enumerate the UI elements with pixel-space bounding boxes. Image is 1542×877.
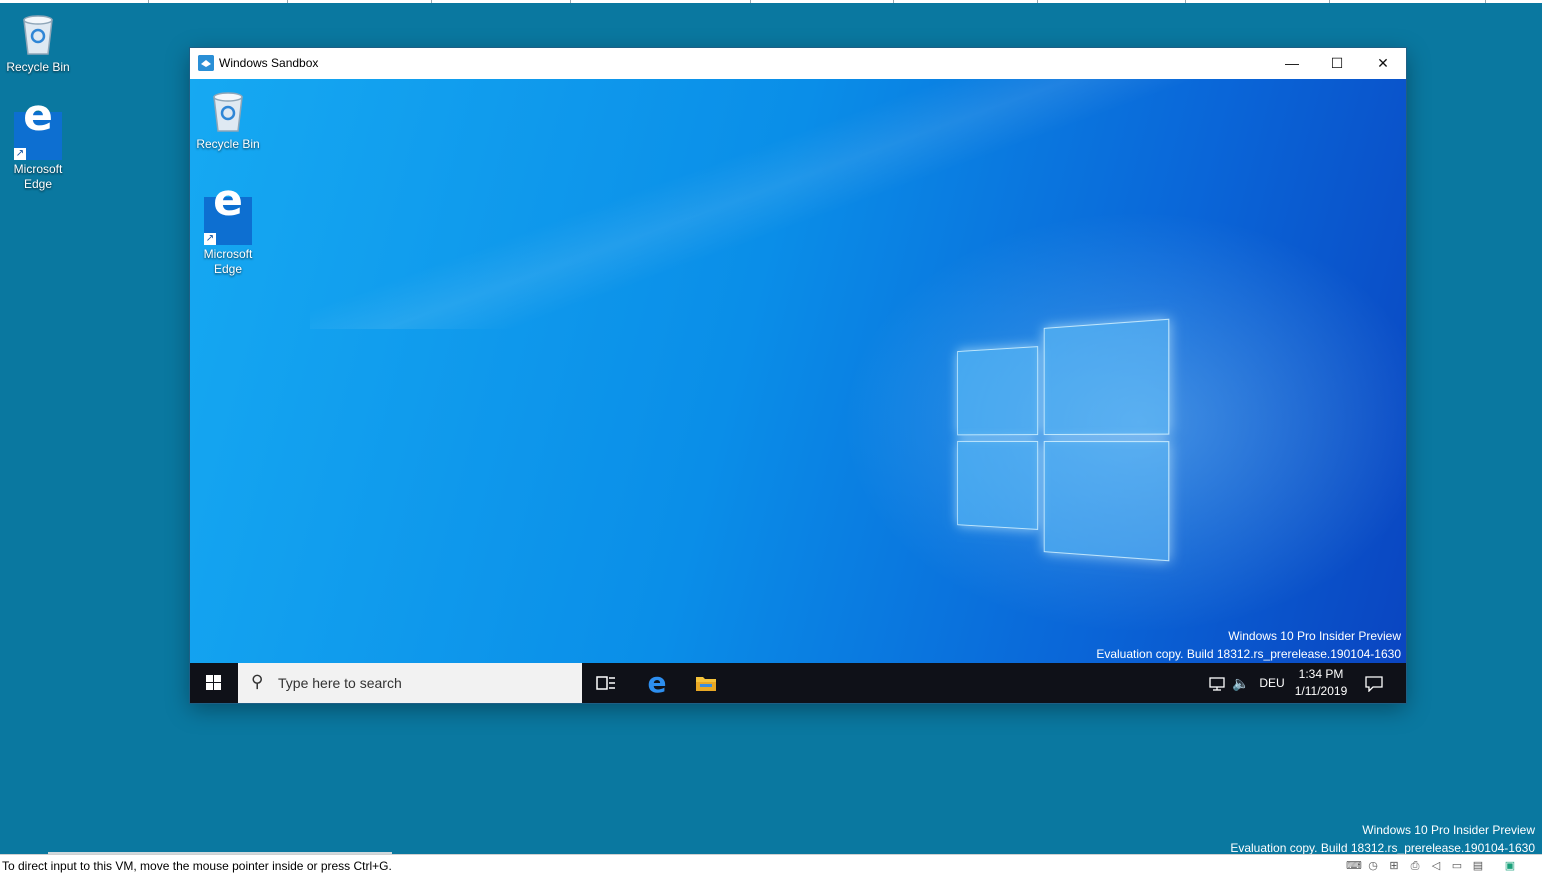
host-recycle-bin-label: Recycle Bin <box>2 60 74 75</box>
host-recycle-bin[interactable]: Recycle Bin <box>2 10 74 75</box>
taskbar-file-explorer-button[interactable] <box>682 663 730 703</box>
input-language[interactable]: DEU <box>1257 663 1287 703</box>
volume-icon[interactable]: 🔈 <box>1231 663 1251 703</box>
task-view-button[interactable] <box>582 663 630 703</box>
clock-time: 1:34 PM <box>1288 666 1354 683</box>
network-status-icon[interactable]: ⊞ <box>1387 859 1401 873</box>
taskbar-search-box[interactable]: ⚲ Type here to search <box>238 663 582 703</box>
sandbox-app-icon <box>198 55 214 71</box>
guest-watermark-line1: Windows 10 Pro Insider Preview <box>1096 627 1401 645</box>
taskbar-edge-button[interactable]: e <box>633 663 681 703</box>
usb-icon[interactable]: ▤ <box>1471 859 1485 873</box>
audio-icon[interactable]: ◁ <box>1429 859 1443 873</box>
notification-icon <box>1365 676 1383 692</box>
status-message: To direct input to this VM, move the mou… <box>2 859 392 873</box>
vm-display[interactable]: Recycle Bin e ↗ Microsoft Edge Windows 10… <box>190 79 1406 703</box>
wallpaper-light-beam <box>310 79 1210 329</box>
clock-date: 1/11/2019 <box>1288 683 1354 700</box>
guest-edge-label: Microsoft Edge <box>192 247 264 277</box>
vm-status-bar: To direct input to this VM, move the mou… <box>0 854 1542 877</box>
keyboard-icon[interactable]: ⌨ <box>1346 859 1360 873</box>
recycle-bin-icon <box>204 87 252 135</box>
recycle-bin-icon <box>14 10 62 58</box>
guest-recycle-bin[interactable]: Recycle Bin <box>192 87 264 152</box>
guest-recycle-bin-label: Recycle Bin <box>192 137 264 152</box>
host-top-strip <box>0 0 1542 3</box>
network-icon[interactable] <box>1207 663 1227 703</box>
guest-watermark-line2: Evaluation copy. Build 18312.rs_prerelea… <box>1096 645 1401 663</box>
host-edge-label: Microsoft Edge <box>2 162 74 192</box>
close-button[interactable]: ✕ <box>1360 48 1406 79</box>
host-watermark: Windows 10 Pro Insider Preview Evaluatio… <box>1230 821 1535 857</box>
clock[interactable]: 1:34 PM 1/11/2019 <box>1288 663 1354 703</box>
clock-status-icon[interactable]: ◷ <box>1366 859 1380 873</box>
window-title: Windows Sandbox <box>219 56 318 70</box>
maximize-button[interactable]: ☐ <box>1314 48 1360 79</box>
host-microsoft-edge[interactable]: e ↗ Microsoft Edge <box>2 112 74 192</box>
folder-icon <box>695 674 717 692</box>
edge-icon: e <box>648 666 667 699</box>
printer-icon[interactable]: ⎙ <box>1408 859 1422 873</box>
enhanced-session-icon[interactable]: ▣ <box>1503 859 1517 873</box>
host-watermark-line1: Windows 10 Pro Insider Preview <box>1230 821 1535 839</box>
windows-logo-wallpaper <box>957 319 1169 562</box>
search-placeholder: Type here to search <box>278 675 402 691</box>
edge-icon: e ↗ <box>204 197 252 245</box>
search-icon: ⚲ <box>251 672 263 692</box>
drive-icon[interactable]: ▭ <box>1450 859 1464 873</box>
edge-icon: e ↗ <box>14 112 62 160</box>
sandbox-window[interactable]: Windows Sandbox — ☐ ✕ Recycle Bin e ↗ Mi… <box>190 48 1406 703</box>
action-center-button[interactable] <box>1362 663 1386 703</box>
start-button[interactable] <box>190 663 238 703</box>
minimize-button[interactable]: — <box>1269 48 1315 79</box>
guest-watermark: Windows 10 Pro Insider Preview Evaluatio… <box>1096 627 1401 663</box>
task-view-icon <box>596 675 616 691</box>
title-bar[interactable]: Windows Sandbox — ☐ ✕ <box>190 48 1406 79</box>
guest-taskbar: ⚲ Type here to search e 🔈 DEU 1:34 PM 1/… <box>190 663 1406 703</box>
guest-microsoft-edge[interactable]: e ↗ Microsoft Edge <box>192 197 264 277</box>
